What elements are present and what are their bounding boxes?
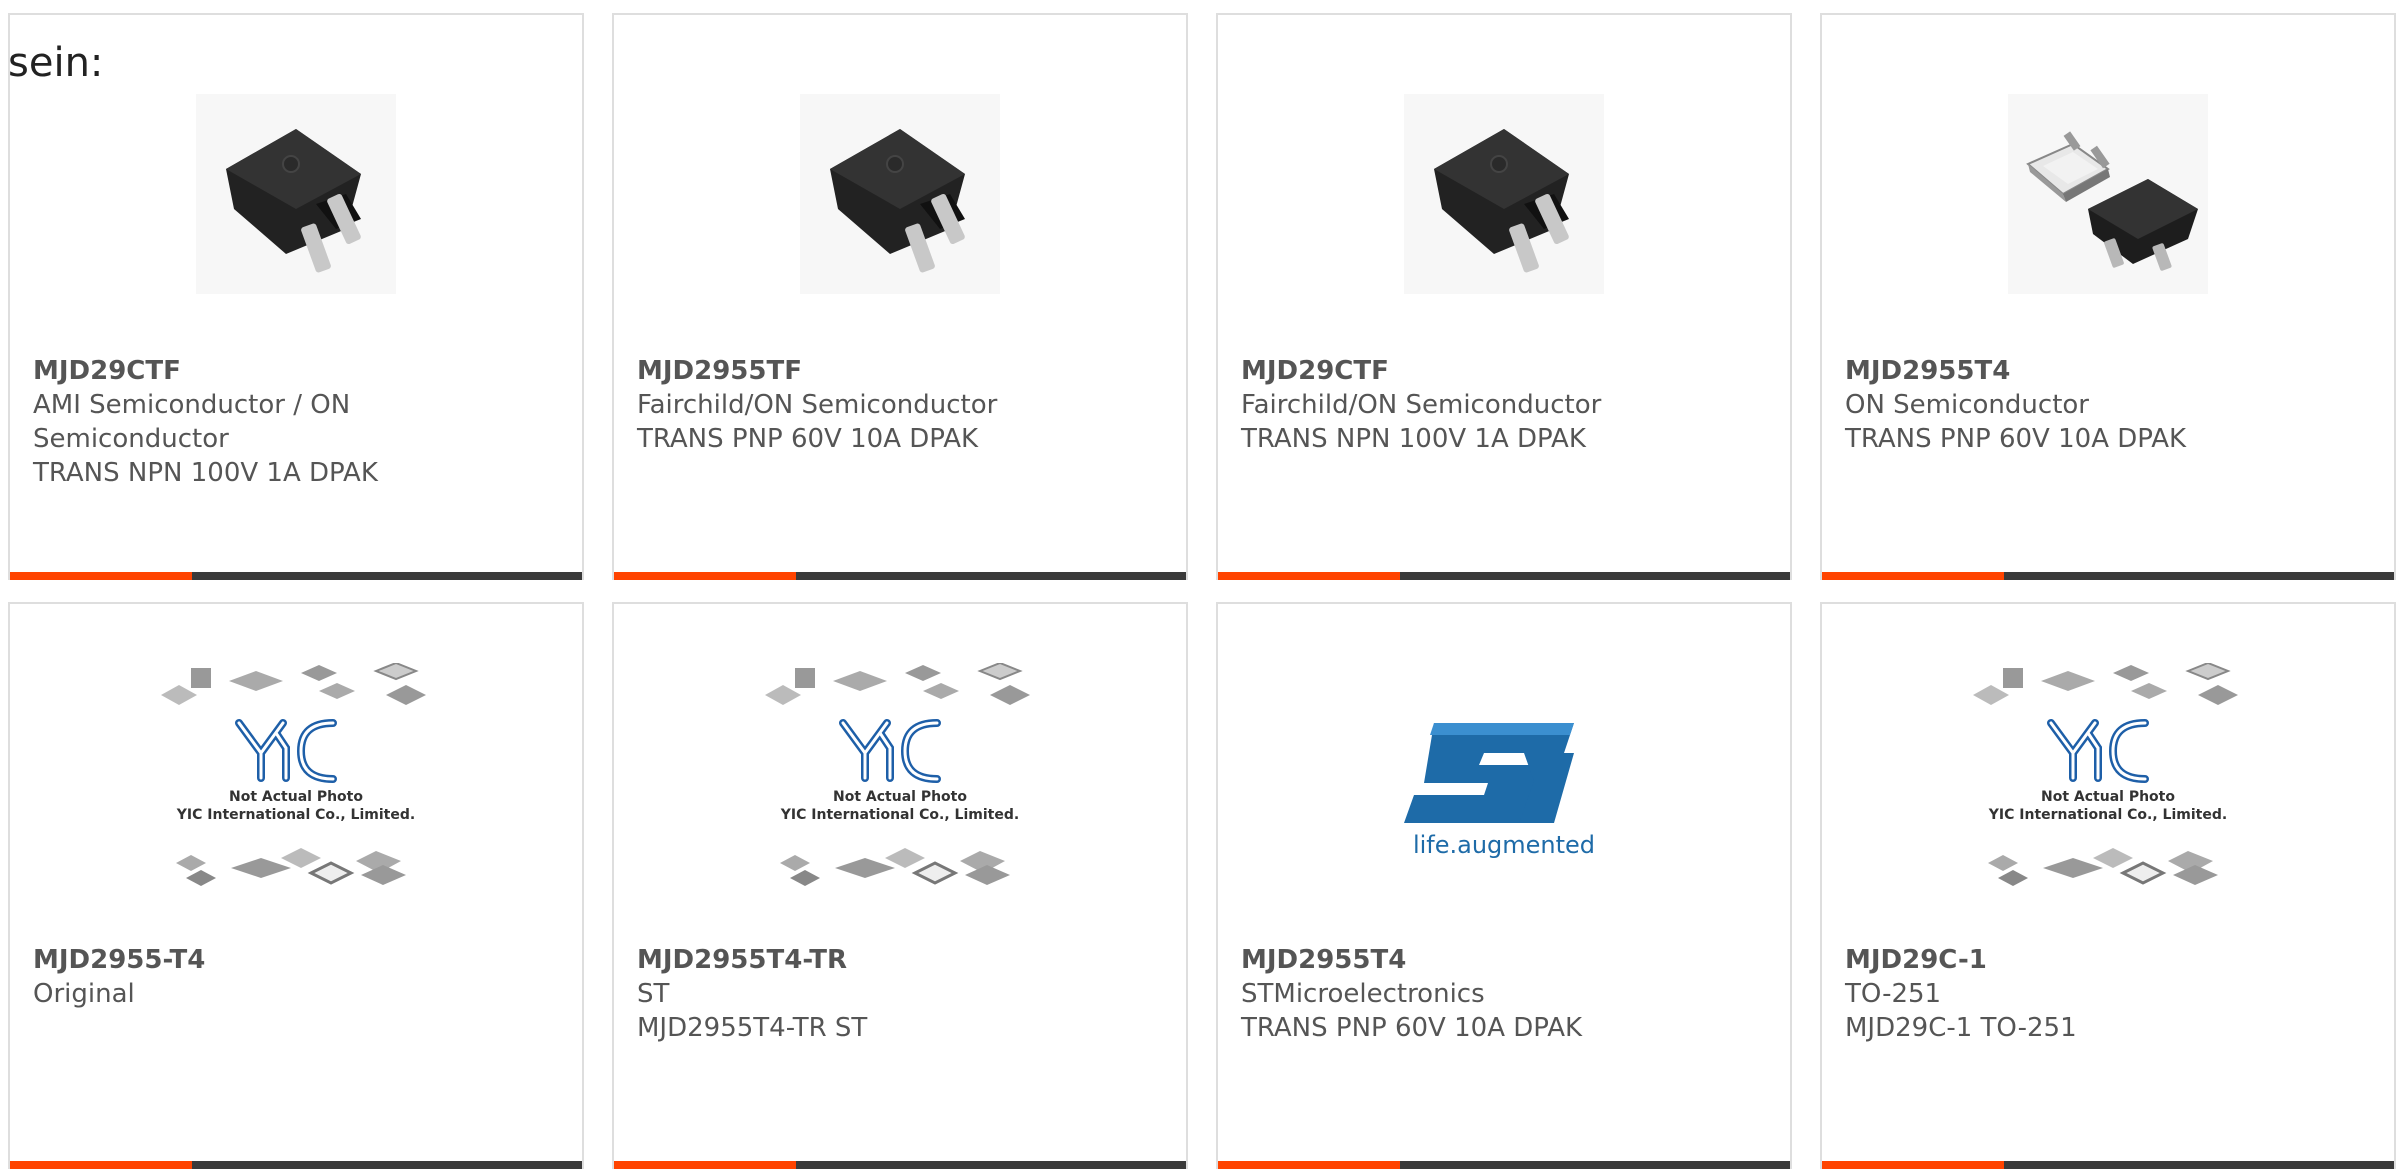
part-number[interactable]: MJD29CTF <box>1241 354 1767 388</box>
manufacturer: STMicroelectronics <box>1241 979 1485 1009</box>
dpak-package-icon <box>1404 94 1604 294</box>
st-logo-image[interactable]: life.augmented <box>1218 668 1790 898</box>
description: TRANS NPN 100V 1A DPAK <box>33 458 378 488</box>
card-bar-accent <box>1822 1161 2004 1169</box>
dpak-pair-icon <box>2008 94 2208 294</box>
product-card[interactable]: MJD2955T4 ON Semiconductor TRANS PNP 60V… <box>1820 13 2396 580</box>
placeholder-company: YIC International Co., Limited. <box>1988 807 2227 823</box>
manufacturer: Fairchild/ON Semiconductor <box>637 390 998 420</box>
product-info: MJD2955T4 ON Semiconductor TRANS PNP 60V… <box>1845 354 2371 456</box>
description: TRANS PNP 60V 10A DPAK <box>637 424 979 454</box>
part-number[interactable]: MJD29C-1 <box>1845 943 2371 977</box>
placeholder-company: YIC International Co., Limited. <box>176 807 415 823</box>
manufacturer: ON Semiconductor <box>1845 390 2089 420</box>
yic-placeholder-icon: Not Actual Photo YIC International Co., … <box>1973 663 2238 886</box>
part-number[interactable]: MJD2955-T4 <box>33 943 559 977</box>
description: TRANS PNP 60V 10A DPAK <box>1845 424 2187 454</box>
description: MJD2955T4-TR ST <box>637 1013 868 1043</box>
part-number[interactable]: MJD2955T4-TR <box>637 943 1163 977</box>
product-card[interactable]: MJD2955TF Fairchild/ON Semiconductor TRA… <box>612 13 1188 580</box>
product-info: MJD29CTF Fairchild/ON Semiconductor TRAN… <box>1241 354 1767 456</box>
card-bar-accent <box>10 1161 192 1169</box>
card-bar-accent <box>1218 1161 1400 1169</box>
product-card[interactable]: life.augmented MJD2955T4 STMicroelectron… <box>1216 602 1792 1169</box>
card-bar-accent <box>614 572 796 580</box>
dpak-package-image[interactable] <box>10 79 582 309</box>
product-card[interactable]: Not Actual Photo YIC International Co., … <box>1820 602 2396 1169</box>
manufacturer: Fairchild/ON Semiconductor <box>1241 390 1602 420</box>
part-number[interactable]: MJD2955TF <box>637 354 1163 388</box>
card-bar <box>1218 572 1790 580</box>
card-bar <box>614 572 1186 580</box>
manufacturer: Original <box>33 979 135 1009</box>
product-info: MJD2955T4-TR ST MJD2955T4-TR ST <box>637 943 1163 1045</box>
card-bar-accent <box>1822 572 2004 580</box>
product-card[interactable]: Not Actual Photo YIC International Co., … <box>612 602 1188 1169</box>
placeholder-caption: Not Actual Photo <box>2041 789 2175 805</box>
manufacturer: ST <box>637 979 670 1009</box>
card-bar-accent <box>614 1161 796 1169</box>
product-card[interactable]: MJD29CTF AMI Semiconductor / ON Semicond… <box>8 13 584 580</box>
card-bar <box>10 572 582 580</box>
yic-placeholder-icon: Not Actual Photo YIC International Co., … <box>161 663 426 886</box>
st-logo-icon: life.augmented <box>1404 723 1595 859</box>
placeholder-caption: Not Actual Photo <box>229 789 363 805</box>
card-bar <box>1218 1161 1790 1169</box>
product-info: MJD2955TF Fairchild/ON Semiconductor TRA… <box>637 354 1163 456</box>
description: TRANS NPN 100V 1A DPAK <box>1241 424 1586 454</box>
description: MJD29C-1 TO-251 <box>1845 1013 2077 1043</box>
card-bar <box>1822 1161 2394 1169</box>
dpak-package-image[interactable] <box>1218 79 1790 309</box>
product-card[interactable]: MJD29CTF Fairchild/ON Semiconductor TRAN… <box>1216 13 1792 580</box>
not-actual-photo-image[interactable]: Not Actual Photo YIC International Co., … <box>10 663 582 898</box>
product-card[interactable]: Not Actual Photo YIC International Co., … <box>8 602 584 1169</box>
yic-placeholder-icon: Not Actual Photo YIC International Co., … <box>765 663 1030 886</box>
part-number[interactable]: MJD2955T4 <box>1241 943 1767 977</box>
dpak-package-icon <box>800 94 1000 294</box>
part-number[interactable]: MJD29CTF <box>33 354 559 388</box>
product-info: MJD2955T4 STMicroelectronics TRANS PNP 6… <box>1241 943 1767 1045</box>
card-bar-accent <box>10 572 192 580</box>
section-heading: sein: <box>8 40 104 86</box>
product-info: MJD2955-T4 Original <box>33 943 559 1011</box>
card-bar <box>614 1161 1186 1169</box>
placeholder-caption: Not Actual Photo <box>833 789 967 805</box>
product-info: MJD29CTF AMI Semiconductor / ON Semicond… <box>33 354 559 490</box>
manufacturer: AMI Semiconductor / ON <box>33 390 351 420</box>
dpak-pair-image[interactable] <box>1822 79 2394 309</box>
not-actual-photo-image[interactable]: Not Actual Photo YIC International Co., … <box>1822 663 2394 898</box>
card-bar <box>1822 572 2394 580</box>
part-number[interactable]: MJD2955T4 <box>1845 354 2371 388</box>
placeholder-company: YIC International Co., Limited. <box>780 807 1019 823</box>
product-info: MJD29C-1 TO-251 MJD29C-1 TO-251 <box>1845 943 2371 1045</box>
dpak-package-image[interactable] <box>614 79 1186 309</box>
card-bar <box>10 1161 582 1169</box>
not-actual-photo-image[interactable]: Not Actual Photo YIC International Co., … <box>614 663 1186 898</box>
dpak-package-icon <box>196 94 396 294</box>
card-bar-accent <box>1218 572 1400 580</box>
manufacturer: TO-251 <box>1845 979 1942 1009</box>
manufacturer-cont: Semiconductor <box>33 424 229 454</box>
st-logo-tagline: life.augmented <box>1413 831 1595 859</box>
description: TRANS PNP 60V 10A DPAK <box>1241 1013 1583 1043</box>
